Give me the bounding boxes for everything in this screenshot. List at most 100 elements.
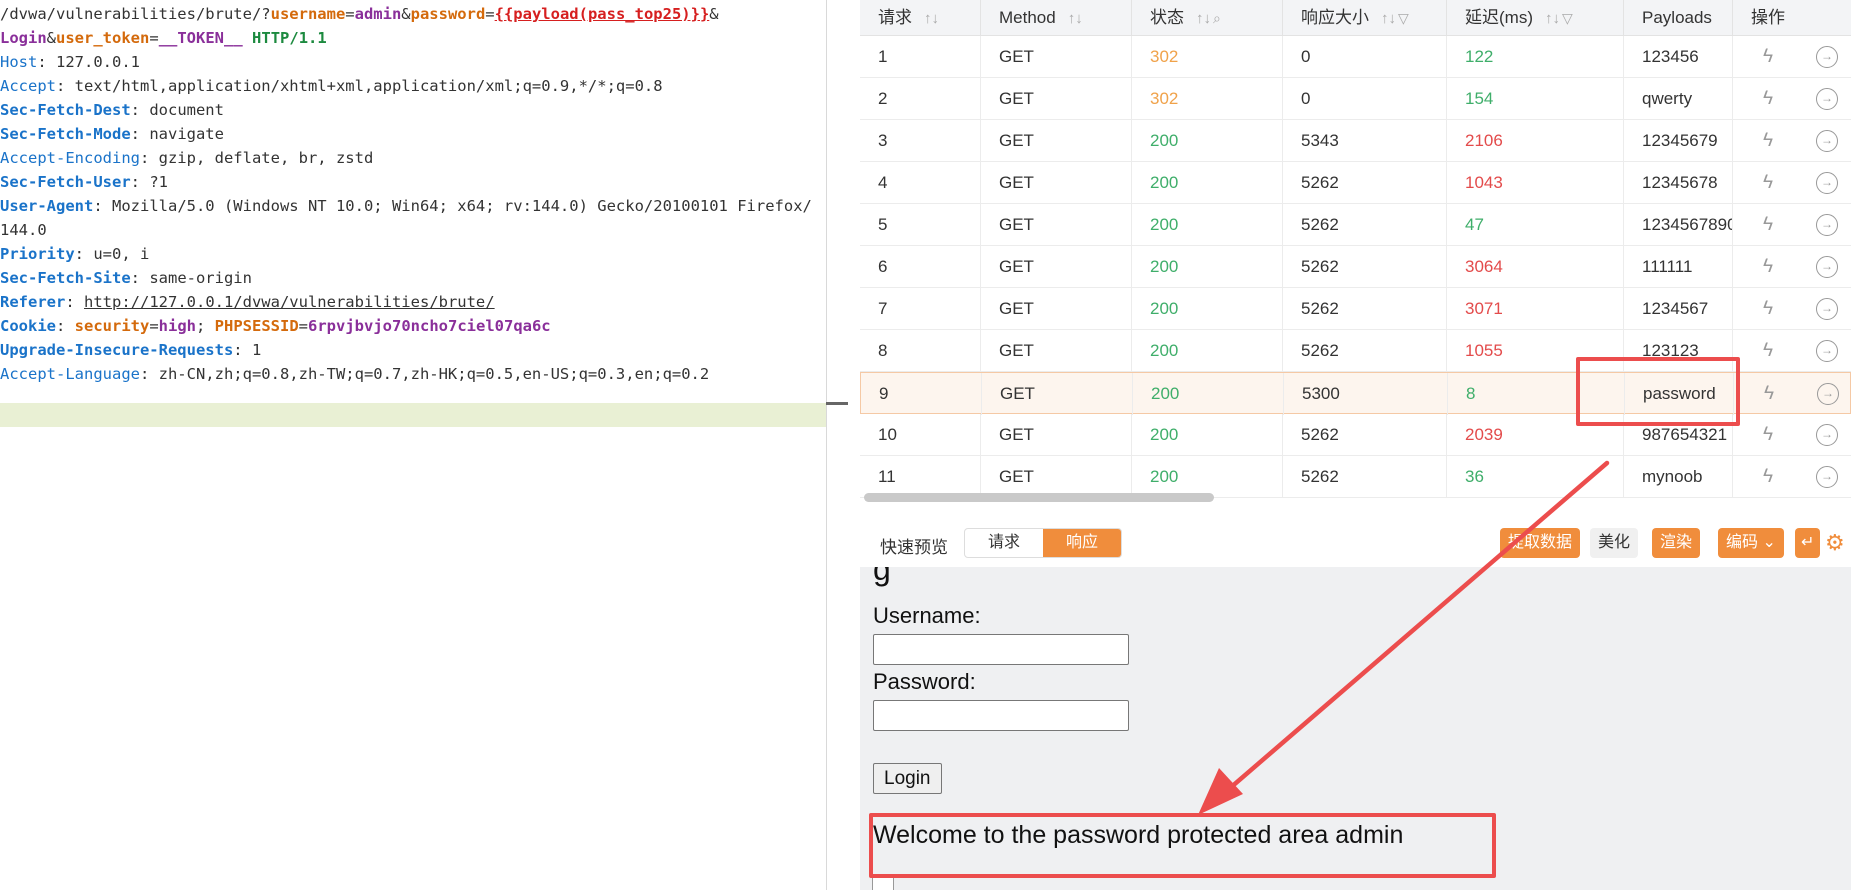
search-icon[interactable]: ⌕ [1213,10,1221,26]
col-latency-label: 延迟(ms) [1465,8,1533,27]
arrow-circle-icon[interactable]: → [1816,298,1838,320]
arrow-circle-icon[interactable]: → [1816,46,1838,68]
wrap-icon[interactable]: ↵ [1795,528,1821,558]
pane-splitter[interactable] [826,0,827,890]
bolt-icon[interactable]: ϟ [1757,172,1779,194]
gear-icon[interactable]: ⚙ [1825,530,1845,556]
request-editor[interactable]: /dvwa/vulnerabilities/brute/?username=ad… [0,0,826,890]
col-size[interactable]: 响应大小 ↑↓ ▽ [1283,0,1447,36]
request-token: 144.0 [0,221,47,239]
request-token: 6rpvjbvjo70ncho7ciel07qa6c [308,317,551,335]
table-row[interactable]: 5 GET 200 5262 47 1234567890 ϟ → [860,204,1851,246]
table-row[interactable]: 3 GET 200 5343 2106 12345679 ϟ → [860,120,1851,162]
tab-request[interactable]: 请求 [965,529,1043,557]
tab-response[interactable]: 响应 [1043,529,1121,557]
cell-payload: 1234567 [1624,288,1733,330]
request-token: security [74,317,150,335]
request-line: Accept-Encoding: gzip, deflate, br, zstd [0,146,373,170]
sort-icon[interactable]: ↑↓ [1196,10,1211,27]
username-input[interactable] [873,634,1129,665]
cell-latency: 154 [1447,78,1624,120]
request-token: : zh-CN,zh;q=0.8,zh-TW;q=0.7,zh-HK;q=0.5… [139,365,710,383]
cell-status: 200 [1132,330,1283,372]
request-line: Host: 127.0.0.1 [0,50,140,74]
cell-size: 5343 [1283,120,1447,162]
request-token: high [158,317,196,335]
arrow-circle-icon[interactable]: → [1816,340,1838,362]
bolt-icon[interactable]: ϟ [1757,130,1779,152]
arrow-circle-icon[interactable]: → [1816,214,1838,236]
request-token [243,29,252,47]
bolt-icon[interactable]: ϟ [1757,256,1779,278]
table-row[interactable]: 1 GET 302 0 122 123456 ϟ → [860,36,1851,78]
table-header: 请求 ↑↓ Method ↑↓ 状态 ↑↓ ⌕ 响应大小 ↑↓ ▽ 延迟(ms) ↑↓ ▽ Pa… [860,0,1851,36]
request-line: Sec-Fetch-Mode: navigate [0,122,224,146]
sort-icon[interactable]: ↑↓ [924,10,939,27]
arrow-circle-icon[interactable]: → [1817,383,1839,405]
cell-method: GET [981,288,1132,330]
cell-latency: 1043 [1447,162,1624,204]
preview-mode-toggle: 请求 响应 [964,528,1122,558]
table-row[interactable]: 7 GET 200 5262 3071 1234567 ϟ → [860,288,1851,330]
horizontal-scrollbar[interactable] [864,493,1214,502]
encode-button[interactable]: 编码 ⌄ [1718,528,1784,558]
current-line-highlight [0,403,826,427]
request-token: : text/html,application/xhtml+xml,applic… [56,77,663,95]
cell-size: 5300 [1284,373,1448,415]
cell-method: GET [982,373,1133,415]
bolt-icon[interactable]: ϟ [1757,424,1779,446]
table-row[interactable]: 11 GET 200 5262 36 mynoob ϟ → [860,456,1851,498]
bolt-icon[interactable]: ϟ [1757,46,1779,68]
arrow-circle-icon[interactable]: → [1816,424,1838,446]
request-token: http://127.0.0.1/dvwa/vulnerabilities/br… [84,293,495,311]
bolt-icon[interactable]: ϟ [1757,298,1779,320]
login-button[interactable]: Login [873,763,942,794]
sort-icon[interactable]: ↑↓ [1545,10,1560,27]
cell-method: GET [981,162,1132,204]
col-request[interactable]: 请求 ↑↓ [860,0,981,36]
bolt-icon[interactable]: ϟ [1757,214,1779,236]
col-method[interactable]: Method ↑↓ [981,0,1132,36]
cell-id: 8 [860,330,981,372]
beautify-button[interactable]: 美化 [1590,528,1639,558]
bolt-icon[interactable]: ϟ [1757,340,1779,362]
cell-status: 302 [1132,78,1283,120]
quick-preview-label: 快速预览 [880,538,948,557]
cell-payload: 1234567890 [1624,204,1733,246]
cell-method: GET [981,456,1132,498]
cell-latency: 122 [1447,36,1624,78]
request-token: : ?1 [130,173,168,191]
cell-id: 1 [860,36,981,78]
password-input[interactable] [873,700,1129,731]
sort-icon[interactable]: ↑↓ [1068,10,1083,27]
request-token: : gzip, deflate, br, zstd [139,149,374,167]
col-latency[interactable]: 延迟(ms) ↑↓ ▽ [1447,0,1624,36]
arrow-circle-icon[interactable]: → [1816,130,1838,152]
col-payloads[interactable]: Payloads [1624,0,1733,36]
filter-icon[interactable]: ▽ [1398,10,1409,26]
request-token: Priority [0,245,75,263]
sort-icon[interactable]: ↑↓ [1381,10,1396,27]
col-status[interactable]: 状态 ↑↓ ⌕ [1132,0,1283,36]
bolt-icon[interactable]: ϟ [1758,383,1780,405]
arrow-circle-icon[interactable]: → [1816,466,1838,488]
render-button[interactable]: 渲染 [1652,528,1701,558]
filter-icon[interactable]: ▽ [1562,10,1573,26]
table-row[interactable]: 2 GET 302 0 154 qwerty ϟ → [860,78,1851,120]
request-token: Accept-Encoding [0,149,140,167]
splitter-handle[interactable] [826,402,848,405]
preview-heading-fragment: g [873,567,891,587]
arrow-circle-icon[interactable]: → [1816,256,1838,278]
bolt-icon[interactable]: ϟ [1757,466,1779,488]
table-row[interactable]: 4 GET 200 5262 1043 12345678 ϟ → [860,162,1851,204]
request-line: Sec-Fetch-Site: same-origin [0,266,252,290]
extract-data-button[interactable]: 提取数据 [1500,528,1581,558]
bolt-icon[interactable]: ϟ [1757,88,1779,110]
arrow-circle-icon[interactable]: → [1816,172,1838,194]
cell-status: 200 [1133,373,1284,415]
table-row[interactable]: 6 GET 200 5262 3064 111111 ϟ → [860,246,1851,288]
arrow-circle-icon[interactable]: → [1816,88,1838,110]
request-token: Cookie [0,317,56,335]
col-request-label: 请求 [878,8,912,27]
request-token: Sec-Fetch-Dest [0,101,131,119]
